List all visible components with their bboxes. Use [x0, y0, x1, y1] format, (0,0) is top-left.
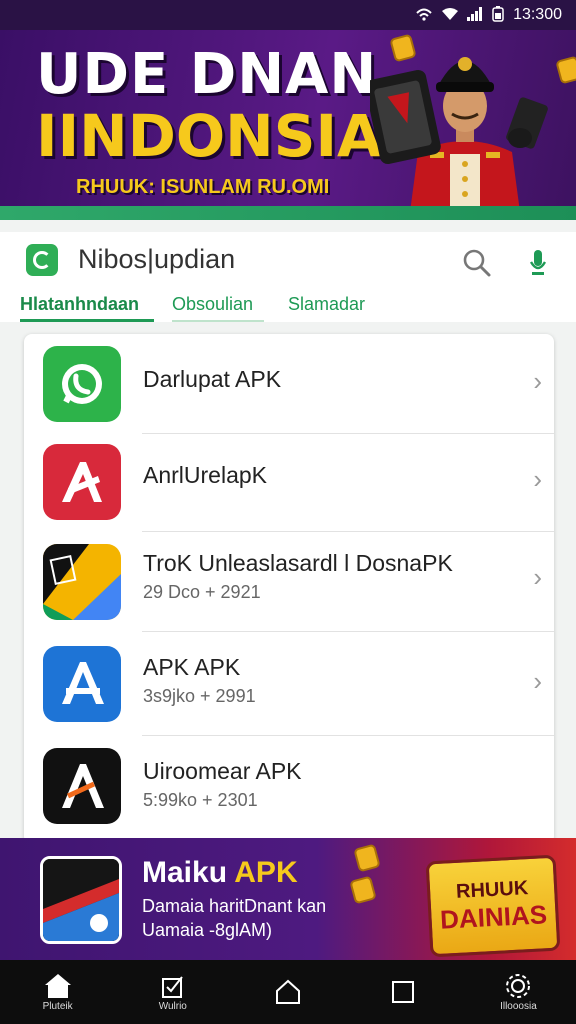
tab-bar: Hlatanhndaan Obsoulian Slamadar — [0, 290, 576, 322]
hero-title-line2: IINDONSIA — [36, 102, 382, 170]
chevron-right-icon: › — [533, 666, 542, 696]
chevron-right-icon: › — [533, 562, 542, 592]
list-item[interactable]: Darlupat APK › — [24, 334, 554, 434]
app-list: Darlupat APK › AnrlUrelapK › TroK Unleas… — [24, 334, 554, 844]
hero-title-line1: UDE DNAN — [36, 42, 378, 107]
nav-recents[interactable] — [346, 960, 461, 1024]
search-input[interactable]: Nibos|updian — [78, 244, 235, 275]
promo-banner[interactable]: Maiku APK Damaia haritDnant kan Uamaia -… — [0, 838, 576, 960]
item-subtitle: 29 Dco + 2921 — [143, 582, 261, 602]
status-bar: 13:300 — [0, 0, 576, 30]
whatsapp-style-app-icon — [43, 346, 121, 422]
tab-third[interactable]: Slamadar — [288, 290, 365, 322]
nav-home[interactable]: Pluteik — [0, 960, 115, 1024]
mic-icon[interactable] — [528, 248, 548, 283]
search-icon[interactable] — [462, 248, 492, 283]
item-title: Uiroomear APK — [143, 758, 302, 784]
hero-subtitle: RHUUK: ISUNLAM RU.OMI — [76, 176, 330, 198]
a-letter-app-icon — [43, 444, 121, 520]
promo-title-accent: APK — [234, 856, 298, 889]
item-title: APK APK — [143, 654, 241, 680]
app-store-style-icon — [43, 646, 121, 722]
bottom-nav: Pluteik Wulrio Illooosia — [0, 960, 576, 1024]
item-subtitle: 5:99ko + 2301 — [143, 790, 258, 810]
item-subtitle: 3s9jko + 2991 — [143, 686, 256, 706]
promo-title-main: Maiku — [142, 856, 228, 889]
app-logo[interactable] — [26, 244, 58, 276]
promo-line2: Uamaia -8glAM) — [142, 920, 273, 940]
item-title: Darlupat APK — [143, 366, 282, 392]
multicolor-app-icon — [43, 544, 121, 620]
coin-icon — [353, 843, 381, 873]
promo-badge: RHUUK DAINIAS — [425, 854, 561, 958]
chevron-right-icon: › — [533, 366, 542, 396]
signal-icon — [467, 6, 483, 24]
hotspot-icon — [415, 7, 433, 24]
list-item[interactable]: TroK Unleaslasardl l DosnaPK 29 Dco + 29… — [24, 530, 554, 632]
chevron-right-icon: › — [533, 464, 542, 494]
nav-second[interactable]: Wulrio — [115, 960, 230, 1024]
home-icon — [44, 973, 71, 998]
status-time: 13:300 — [513, 6, 562, 23]
black-a-app-icon — [43, 748, 121, 824]
screen: 13:300 UDE DNAN IINDONSIA RHUUK: ISUNLAM… — [0, 0, 576, 1024]
list-item[interactable]: AnrlUrelapK › — [24, 432, 554, 532]
promo-badge-main: DAINIAS — [439, 899, 548, 935]
square-recents-icon — [392, 981, 415, 1003]
list-item[interactable]: APK APK 3s9jko + 2991 › — [24, 632, 554, 736]
nav-second-label: Wulrio — [158, 1000, 187, 1012]
tab-first[interactable]: Hlatanhndaan — [20, 290, 154, 322]
wifi-icon — [441, 7, 459, 24]
promo-line1: Damaia haritDnant kan — [142, 896, 327, 916]
battery-icon — [491, 5, 505, 25]
coin-icon — [349, 875, 377, 905]
hero-banner[interactable]: UDE DNAN IINDONSIA RHUUK: ISUNLAM RU.OMI — [0, 28, 576, 220]
promo-app-logo — [40, 856, 122, 944]
nav-android-home[interactable] — [230, 960, 345, 1024]
tab-second[interactable]: Obsoulian — [172, 290, 264, 322]
nav-fifth-label: Illooosia — [500, 1000, 537, 1012]
nav-home-label: Pluteik — [42, 1000, 73, 1012]
item-title: TroK Unleaslasardl l DosnaPK — [143, 550, 453, 576]
checklist-icon — [161, 975, 183, 998]
list-item[interactable]: Uiroomear APK 5:99ko + 2301 — [24, 736, 554, 844]
nav-fifth[interactable]: Illooosia — [461, 960, 576, 1024]
settings-icon — [506, 973, 531, 998]
hero-divider-stripe — [0, 206, 576, 220]
promo-title: Maiku APK — [142, 856, 298, 890]
home-outline-icon — [276, 979, 300, 1004]
item-title: AnrlUrelapK — [143, 462, 267, 488]
